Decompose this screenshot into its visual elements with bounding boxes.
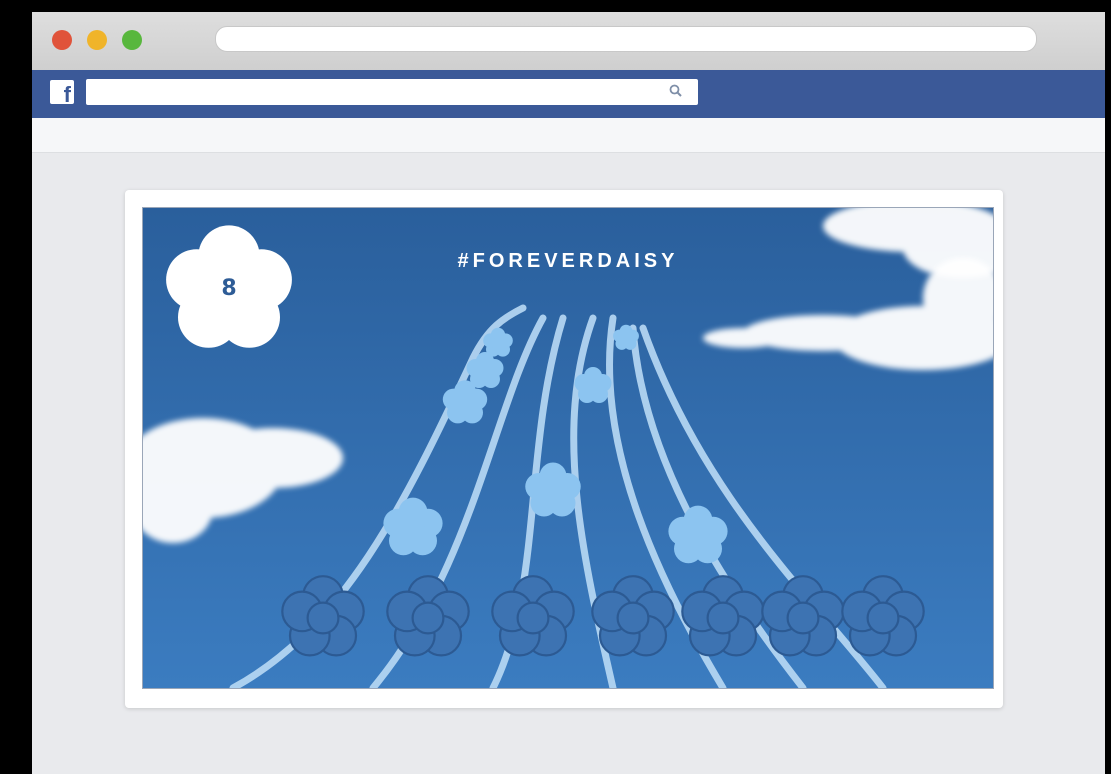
badge-number: 8 <box>221 276 237 301</box>
facebook-header: f <box>32 70 1105 120</box>
close-window-button[interactable] <box>52 30 72 50</box>
zoom-window-button[interactable] <box>122 30 142 50</box>
hashtag-title: #FOREVERDAISY <box>457 250 679 272</box>
minimize-window-button[interactable] <box>87 30 107 50</box>
browser-window: f #FOREVERDAISY 8 <box>32 12 1105 774</box>
search-icon[interactable] <box>668 83 684 99</box>
facebook-logo-letter: f <box>63 82 71 107</box>
foreverdaisy-cover-image[interactable]: #FOREVERDAISY 8 <box>142 207 994 689</box>
address-bar[interactable] <box>215 26 1037 52</box>
browser-toolbar <box>32 12 1105 70</box>
search-input[interactable] <box>86 79 698 105</box>
facebook-logo[interactable]: f <box>50 80 74 107</box>
post-card: #FOREVERDAISY 8 <box>125 190 1003 708</box>
cover-illustration <box>143 208 993 688</box>
secondary-bar <box>32 118 1105 153</box>
